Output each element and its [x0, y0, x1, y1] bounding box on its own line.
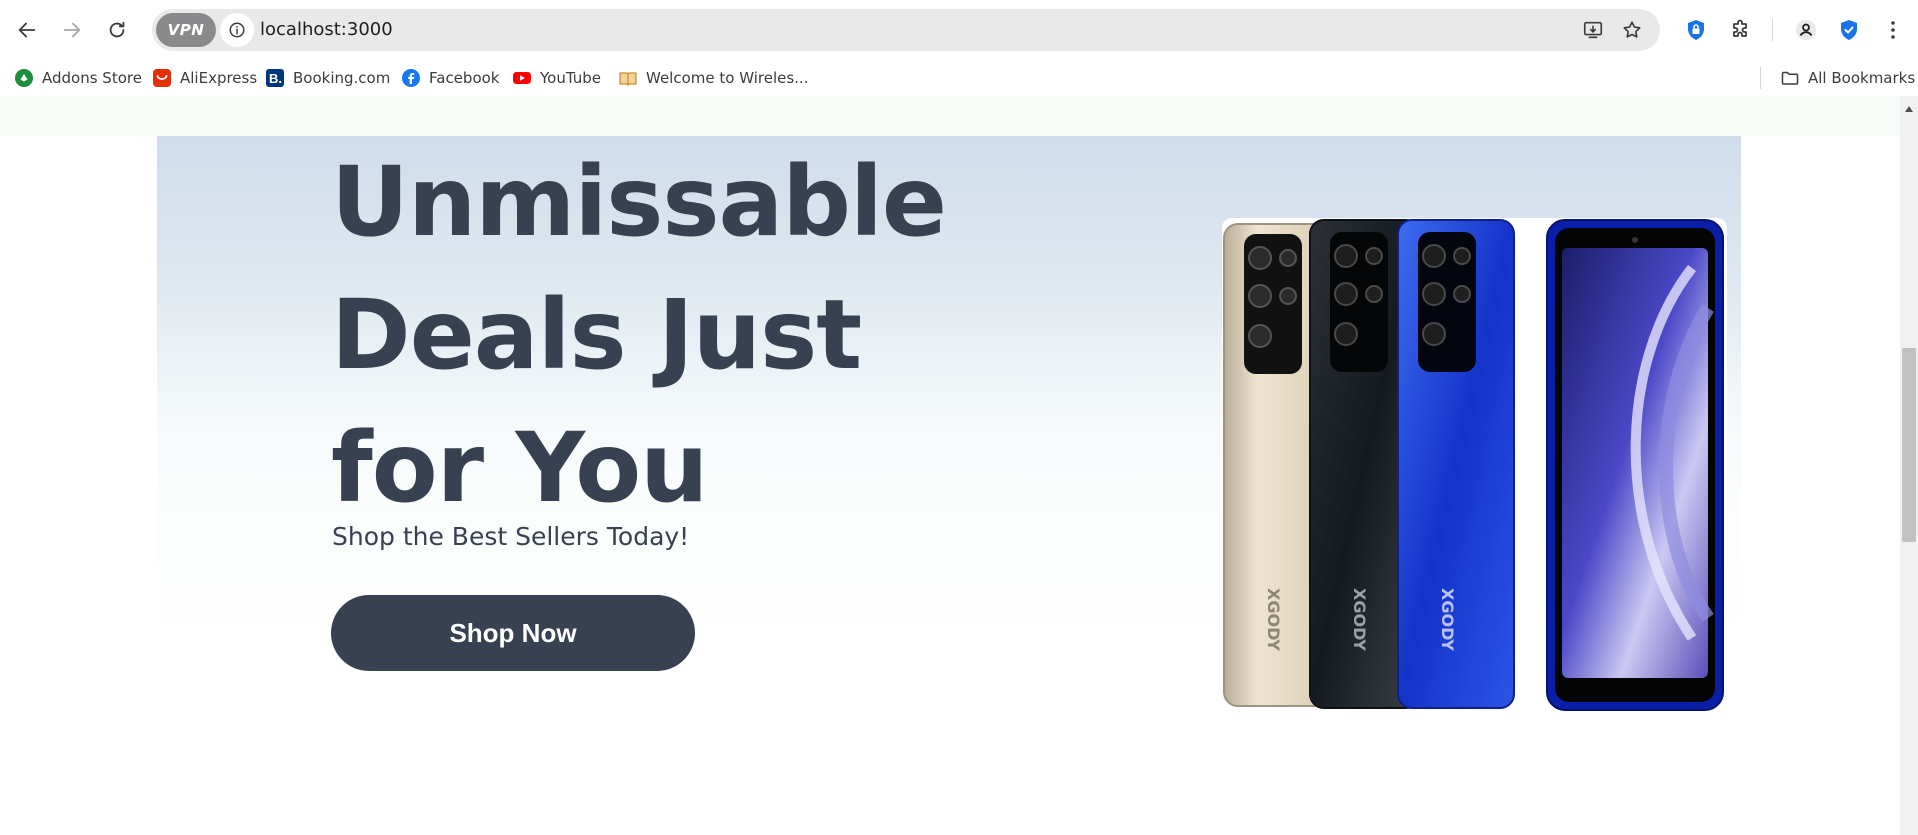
book-icon [618, 68, 638, 88]
vpn-label: VPN [167, 21, 205, 39]
shield-check-icon [1841, 20, 1857, 40]
all-bookmarks-button[interactable]: All Bookmarks [1780, 65, 1915, 91]
svg-text:B.: B. [269, 71, 282, 86]
bookmarks-divider [1760, 67, 1761, 89]
shop-now-button[interactable]: Shop Now [331, 595, 695, 671]
phone-blue-back: XGODY [1397, 219, 1515, 709]
facebook-icon [401, 68, 421, 88]
extensions-button[interactable] [1725, 14, 1757, 46]
address-bar[interactable]: VPN localhost:3000 [152, 9, 1660, 51]
aliexpress-icon [152, 68, 172, 88]
install-app-icon [1583, 21, 1603, 39]
profile-icon [1796, 20, 1816, 40]
back-button[interactable] [9, 12, 45, 48]
reload-icon [109, 21, 125, 38]
bookmark-label: AliExpress [180, 69, 258, 87]
profile-button[interactable] [1790, 14, 1822, 46]
info-icon [229, 22, 245, 38]
arrow-left-icon [18, 22, 36, 38]
security-extension-button[interactable] [1833, 14, 1865, 46]
bookmark-label: Welcome to Wireles... [646, 69, 809, 87]
all-bookmarks-label: All Bookmarks [1808, 69, 1916, 87]
phone-blue-front [1546, 219, 1724, 711]
bookmark-booking[interactable]: B. Booking.com [265, 65, 390, 91]
addons-store-icon [14, 68, 34, 88]
toolbar-divider [1772, 19, 1773, 41]
phone-brand-label: XGODY [1264, 588, 1283, 651]
url-text[interactable]: localhost:3000 [260, 19, 393, 40]
bookmarks-bar: Addons Store AliExpress B. Booking.com F… [0, 60, 1918, 96]
page-scrollbar[interactable] [1900, 96, 1918, 835]
bookmark-wireless[interactable]: Welcome to Wireles... [618, 65, 808, 91]
booking-icon: B. [265, 68, 285, 88]
bookmark-label: Facebook [429, 69, 500, 87]
bookmark-facebook[interactable]: Facebook [401, 65, 499, 91]
hero-subtitle: Shop the Best Sellers Today! [332, 522, 690, 551]
folder-icon [1780, 68, 1800, 88]
password-manager-button[interactable] [1680, 14, 1712, 46]
bookmark-youtube[interactable]: YouTube [512, 65, 601, 91]
triangle-up-icon [1905, 106, 1913, 112]
phone-brand-label: XGODY [1438, 588, 1457, 651]
bookmark-star-button[interactable] [1619, 17, 1645, 43]
hero-title: Unmissable Deals Just for You [331, 146, 947, 524]
hero-phones-image: XGODY XGODY XGODY [1222, 218, 1727, 718]
shield-lock-icon [1688, 20, 1704, 40]
vpn-button[interactable]: VPN [156, 13, 216, 47]
kebab-menu-icon [1891, 21, 1895, 39]
bookmark-label: Addons Store [42, 69, 142, 87]
browser-menu-button[interactable] [1877, 14, 1909, 46]
scroll-up-button[interactable] [1900, 102, 1918, 116]
forward-button[interactable] [54, 12, 90, 48]
youtube-icon [512, 68, 532, 88]
arrow-right-icon [63, 22, 81, 38]
bookmark-label: Booking.com [293, 69, 391, 87]
bookmark-addons-store[interactable]: Addons Store [14, 65, 142, 91]
page-viewport: Unmissable Deals Just for You Shop the B… [0, 96, 1900, 835]
site-info-button[interactable] [220, 13, 254, 47]
reload-button[interactable] [99, 12, 135, 48]
browser-toolbar: VPN localhost:3000 [0, 0, 1918, 60]
star-icon [1623, 21, 1641, 38]
bookmark-aliexpress[interactable]: AliExpress [152, 65, 257, 91]
puzzle-icon [1733, 19, 1747, 37]
phone-brand-label: XGODY [1350, 588, 1369, 651]
navbar-remnant [0, 96, 1900, 136]
scrollbar-thumb[interactable] [1902, 348, 1916, 542]
install-app-button[interactable] [1580, 17, 1606, 43]
hero-banner: Unmissable Deals Just for You Shop the B… [157, 136, 1741, 718]
bookmark-label: YouTube [540, 69, 601, 87]
